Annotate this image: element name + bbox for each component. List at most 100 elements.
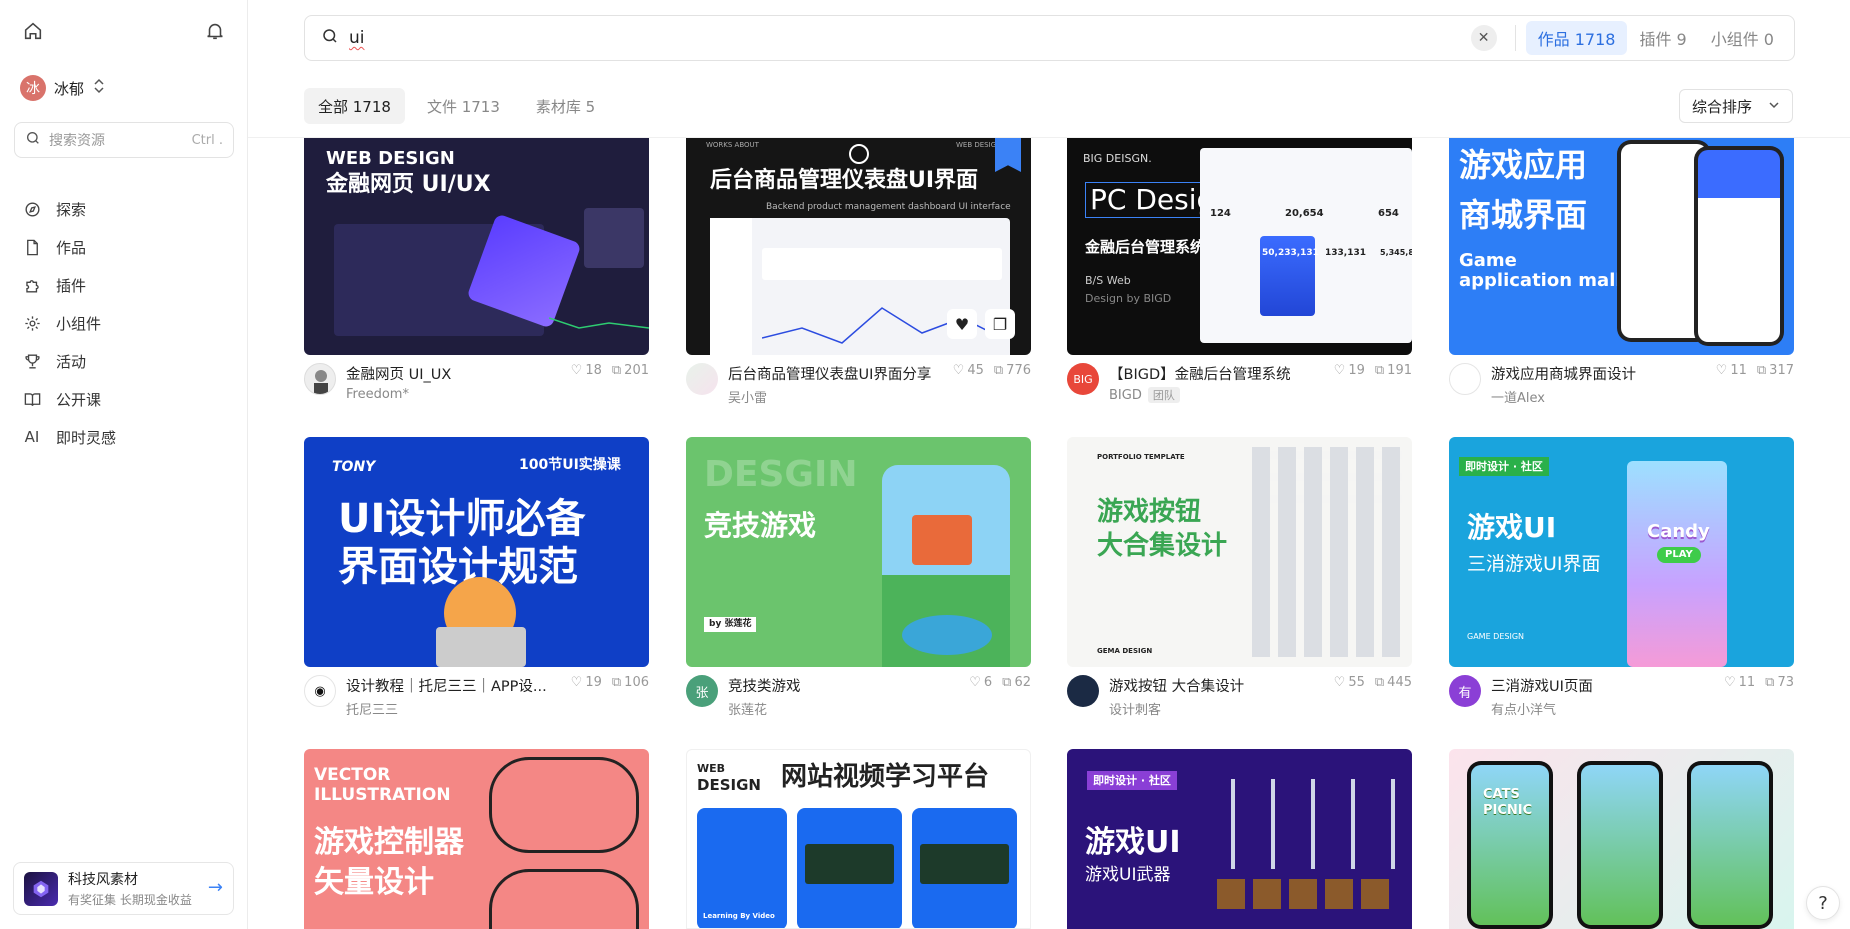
thumb-controller [489,757,639,853]
card-author[interactable]: 托尼三三 [346,699,398,718]
work-thumbnail[interactable]: CATS PICNIC [1449,749,1794,929]
avatar[interactable] [686,363,718,395]
work-card[interactable]: DESGIN 竞技游戏 by 张莲花 张 竞技类游戏 张莲花 ♡ 6 ⧉ 62 [686,437,1031,721]
card-title[interactable]: 竞技类游戏 [728,675,938,696]
sidebar-item-courses[interactable]: 公开课 [22,380,232,418]
thumb-text: 三消游戏UI界面 [1467,553,1601,575]
thumb-text: 游戏控制器 [314,825,464,860]
card-title[interactable]: 后台商品管理仪表盘UI界面分享 [728,363,938,384]
clear-search-button[interactable]: ✕ [1470,25,1497,51]
work-card[interactable]: WEB DESIGN 网站视频学习平台 Learning By Video [686,749,1031,929]
sidebar-item-plugins[interactable]: 插件 [22,266,232,304]
filter-libraries[interactable]: 素材库 5 [522,88,609,124]
card-meta: 游戏按钮 大合集设计 设计刺客 ♡ 55 ⧉ 445 [1067,675,1412,721]
card-author[interactable]: 吴小雷 [728,387,767,406]
avatar[interactable]: 张 [686,675,718,707]
work-card[interactable]: WORKS ABOUT WEB DESIGN 后台商品管理仪表盘UI界面 Bac… [686,138,1031,409]
card-meta: ◉ 设计教程｜托尼三三｜APP设... 托尼三三 ♡ 19 ⧉ 106 [304,675,649,721]
work-thumbnail[interactable]: WORKS ABOUT WEB DESIGN 后台商品管理仪表盘UI界面 Bac… [686,138,1031,355]
like-button[interactable]: ♥ [947,309,977,339]
work-thumbnail[interactable]: TONY 100节UI实操课 UI设计师必备 界面设计规范 [304,437,649,667]
thumb-screen [797,808,902,928]
work-thumbnail[interactable]: VECTOR ILLUSTRATION 游戏控制器 矢量设计 [304,749,649,929]
work-thumbnail[interactable]: PORTFOLIO TEMPLATE 游戏按钮 大合集设计 GEMA DESIG… [1067,437,1412,667]
card-author-row: BIGD 团队 [1109,387,1412,403]
filter-all[interactable]: 全部 1718 [304,88,405,124]
card-author[interactable]: BIGD [1109,388,1142,403]
card-meta: 有 三消游戏UI页面 有点小洋气 ♡ 11 ⧉ 73 [1449,675,1794,721]
user-name: 冰郁 [54,79,85,98]
card-title[interactable]: 游戏应用商城界面设计 [1491,363,1701,384]
work-card[interactable]: 即时设计 · 社区 游戏UI 三消游戏UI界面 GAME DESIGN Cand… [1449,437,1794,721]
work-thumbnail[interactable]: BIG DEISGN. PC Design 金融后台管理系统 B/S Web D… [1067,138,1412,355]
work-card[interactable]: 即时设计 · 社区 游戏UI 游戏UI武器 [1067,749,1412,929]
home-icon[interactable] [22,20,46,44]
search-input[interactable]: ui [349,28,1471,48]
sidebar-item-widgets[interactable]: 小组件 [22,304,232,342]
sidebar-item-inspiration[interactable]: AI 即时灵感 [22,418,232,456]
card-author-row: 张莲花 [728,699,1031,718]
tab-works[interactable]: 作品 1718 [1525,21,1628,55]
filter-files[interactable]: 文件 1713 [413,88,514,124]
card-author-row: 吴小雷 [728,387,1031,406]
tab-plugins[interactable]: 插件 9 [1627,21,1698,55]
work-card[interactable]: WEB DESIGN 金融网页 UI/UX 金融网页 UI_UX Freedom… [304,138,649,409]
promo-card[interactable]: 科技风素材 有奖征集 长期现金收益 → [13,862,234,915]
card-stats: ♡ 11 ⧉ 317 [1716,363,1794,378]
likes-stat: ♡ 19 [1334,363,1365,378]
thumb-dashboard: 124 20,654 654 50,233,131 133,131 5,345,… [1200,148,1412,343]
thumb-text: DESIGN [697,776,761,794]
work-card[interactable]: BIG DEISGN. PC Design 金融后台管理系统 B/S Web D… [1067,138,1412,409]
card-author[interactable]: 设计刺客 [1109,699,1161,718]
bell-icon[interactable] [204,20,228,44]
user-switcher[interactable]: 冰 冰郁 [20,74,106,102]
work-thumbnail[interactable]: 即时设计 · 社区 游戏UI 游戏UI武器 [1067,749,1412,929]
duplicate-button[interactable]: ❐ [985,309,1015,339]
card-title[interactable]: 【BIGD】金融后台管理系统 [1109,363,1319,384]
sidebar-item-works[interactable]: 作品 [22,228,232,266]
tab-widgets[interactable]: 小组件 0 [1699,21,1786,55]
sort-label: 综合排序 [1692,97,1753,116]
views-stat: ⧉ 201 [612,363,649,378]
sidebar-item-explore[interactable]: 探索 [22,190,232,228]
card-author[interactable]: 张莲花 [728,699,767,718]
heart-icon: ♡ [570,675,583,690]
card-stats: ♡ 18 ⧉ 201 [571,363,649,378]
work-card[interactable]: TONY 100节UI实操课 UI设计师必备 界面设计规范 ◉ 设计教程｜托尼三… [304,437,649,721]
sidebar-item-label: 插件 [56,276,87,295]
heart-icon: ♡ [1333,363,1346,378]
thumb-text: application mall [1459,270,1622,291]
avatar[interactable]: ◉ [304,675,336,707]
thumb-screen [912,808,1017,928]
work-card[interactable]: PORTFOLIO TEMPLATE 游戏按钮 大合集设计 GEMA DESIG… [1067,437,1412,721]
ai-icon: AI [24,428,40,446]
work-thumbnail[interactable]: 游戏应用 商城界面 Game application mall [1449,138,1794,355]
card-title[interactable]: 三消游戏UI页面 [1491,675,1701,696]
resource-search-input[interactable]: 搜索资源 Ctrl . [14,122,234,158]
work-card[interactable]: 游戏应用 商城界面 Game application mall 游戏应用商城界面… [1449,138,1794,409]
work-thumbnail[interactable]: WEB DESIGN 金融网页 UI/UX [304,138,649,355]
thumb-text: Game [1459,250,1517,271]
card-title[interactable]: 金融网页 UI_UX [346,363,556,384]
work-card[interactable]: VECTOR ILLUSTRATION 游戏控制器 矢量设计 [304,749,649,929]
help-button[interactable]: ? [1806,886,1840,920]
avatar[interactable]: BIG [1067,363,1099,395]
card-author[interactable]: 有点小洋气 [1491,699,1556,718]
avatar[interactable] [304,363,336,395]
work-card[interactable]: CATS PICNIC [1449,749,1794,929]
avatar[interactable]: 有 [1449,675,1481,707]
work-thumbnail[interactable]: 即时设计 · 社区 游戏UI 三消游戏UI界面 GAME DESIGN Cand… [1449,437,1794,667]
card-author[interactable]: Freedom* [346,387,409,402]
avatar[interactable] [1449,363,1481,395]
sidebar-item-label: 小组件 [56,314,102,333]
sort-dropdown[interactable]: 综合排序 [1679,89,1793,123]
thumb-text: 即时设计 · 社区 [1087,771,1177,791]
card-title[interactable]: 设计教程｜托尼三三｜APP设... [346,675,556,696]
sidebar-item-events[interactable]: 活动 [22,342,232,380]
work-thumbnail[interactable]: WEB DESIGN 网站视频学习平台 Learning By Video [686,749,1031,929]
thumb-text: WEB [697,762,726,775]
work-thumbnail[interactable]: DESGIN 竞技游戏 by 张莲花 [686,437,1031,667]
avatar[interactable] [1067,675,1099,707]
card-title[interactable]: 游戏按钮 大合集设计 [1109,675,1319,696]
card-author[interactable]: 一道Alex [1491,387,1545,406]
